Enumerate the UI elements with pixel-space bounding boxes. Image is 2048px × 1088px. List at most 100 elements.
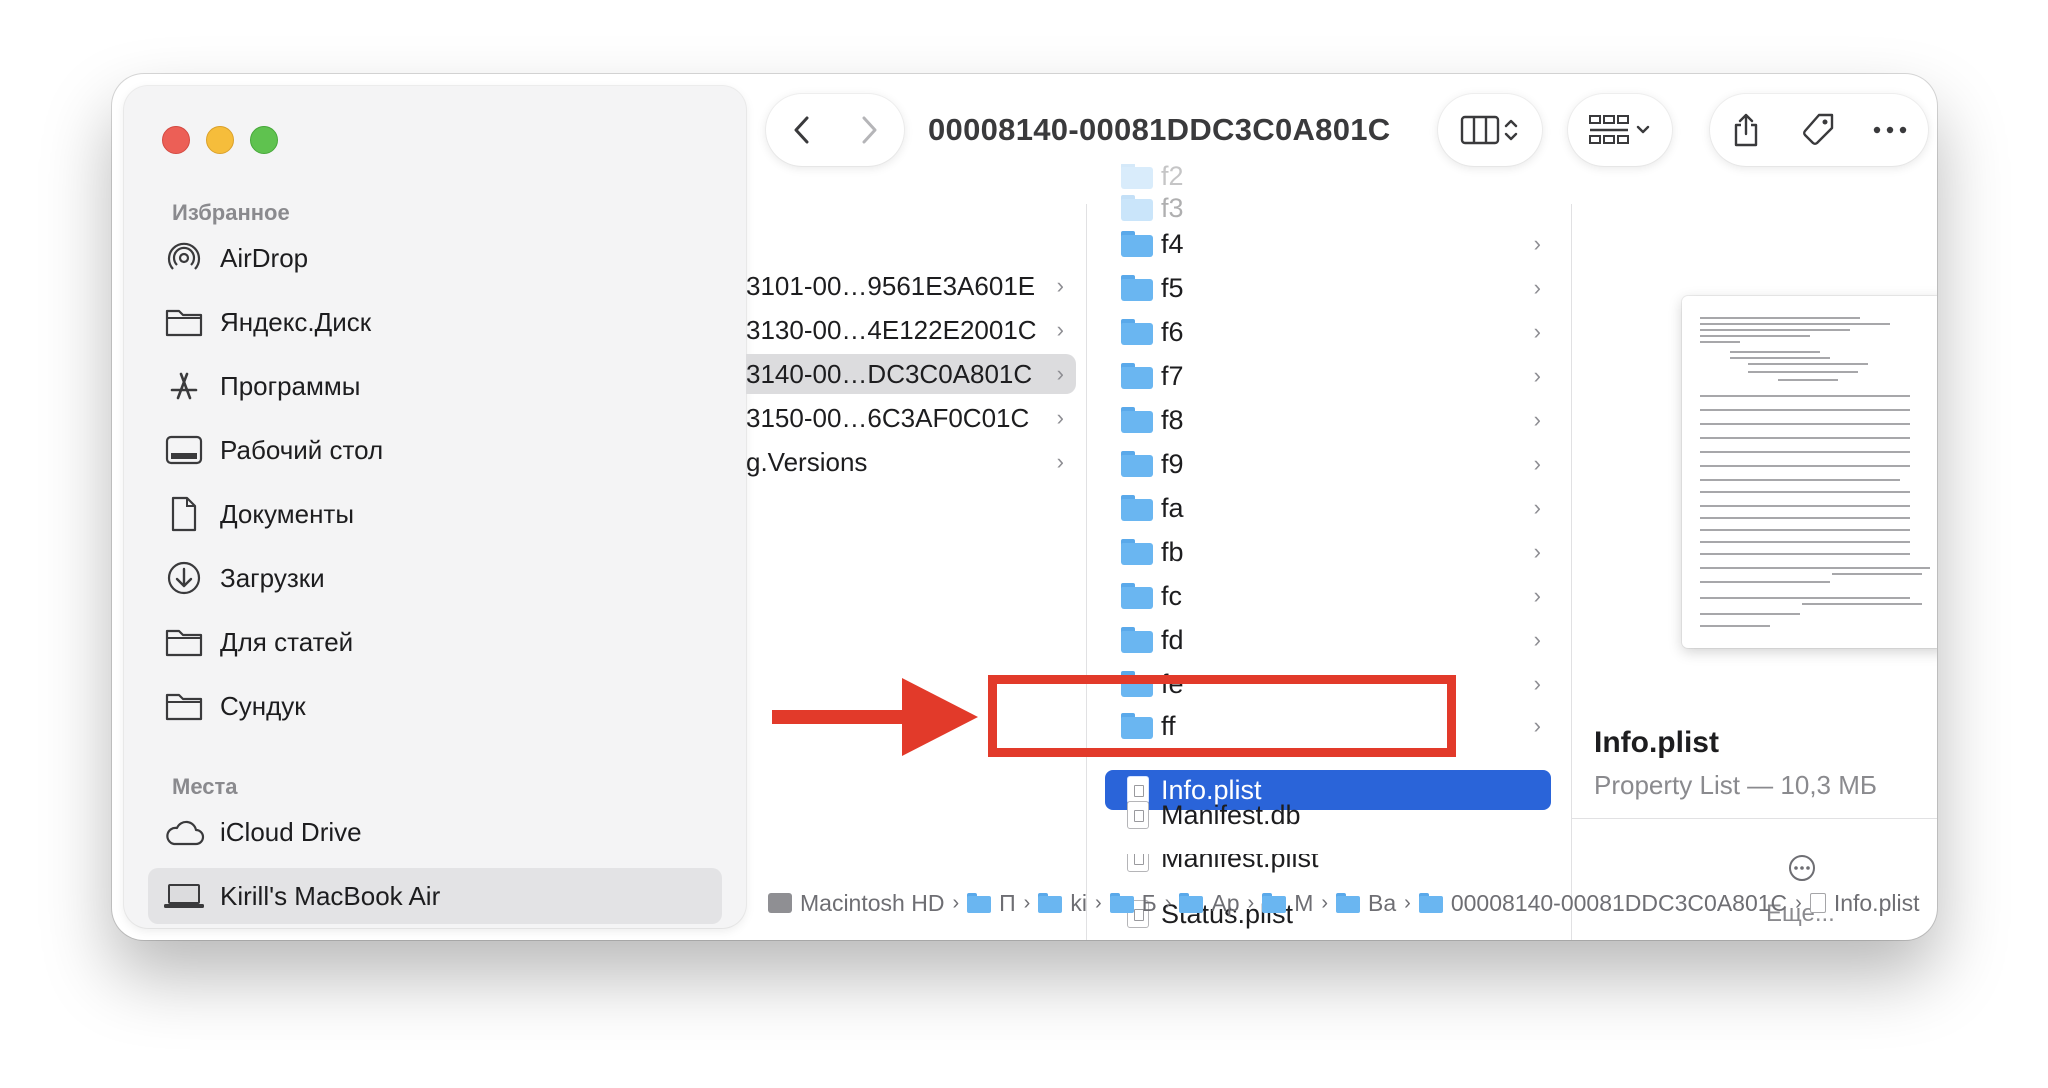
airdrop-icon — [162, 236, 206, 280]
list-item-label: f5 — [1161, 272, 1184, 303]
list-item[interactable]: fb › — [1087, 530, 1571, 574]
list-item[interactable]: fa › — [1087, 486, 1571, 530]
document-icon — [1809, 893, 1826, 913]
path-crumb-label: 00008140-00081DDC3C0A801C — [1450, 889, 1788, 916]
sidebar: Избранное AirDrop Яндекс.Диск Программы … — [124, 86, 746, 928]
list-item-label: fb — [1161, 536, 1184, 567]
grid-group-icon — [1589, 115, 1650, 144]
sidebar-item-airdrop[interactable]: AirDrop — [148, 230, 722, 286]
folder-icon — [1179, 893, 1204, 913]
list-item-label: 3101-00…9561E3A601E — [746, 270, 1036, 301]
list-item-label: 3150-00…6C3AF0C01C — [746, 402, 1030, 433]
list-item[interactable]: 3101-00…9561E3A601E › — [746, 266, 1076, 306]
tag-icon — [1803, 113, 1834, 145]
list-item[interactable]: f7 › — [1087, 354, 1571, 398]
window-title: 00008140-00081DDC3C0A801C — [928, 112, 1391, 147]
path-crumb-label: Ba — [1368, 889, 1397, 916]
folder-icon — [1121, 539, 1153, 565]
close-window-button[interactable] — [162, 126, 190, 154]
sidebar-item-macbook-air[interactable]: Kirill's MacBook Air — [148, 868, 722, 924]
path-crumb-label: M — [1294, 889, 1314, 916]
list-item-label: Manifest.db — [1161, 800, 1301, 830]
path-crumb[interactable]: 00008140-00081DDC3C0A801C › — [1418, 889, 1810, 917]
list-item-label: fa — [1161, 492, 1184, 523]
folder-icon — [1336, 893, 1361, 913]
list-item[interactable]: f8 › — [1087, 398, 1571, 442]
path-crumb[interactable]: Info.plist — [1809, 890, 1919, 917]
preview-file-name: Info.plist — [1594, 726, 1719, 759]
database-file-icon — [1127, 801, 1149, 829]
sidebar-item-articles[interactable]: Для статей — [148, 614, 722, 670]
sidebar-item-label: Рабочий стол — [220, 434, 384, 465]
sidebar-item-label: Сундук — [220, 690, 306, 721]
folder-icon — [1121, 275, 1153, 301]
sidebar-item-icloud-drive[interactable]: iCloud Drive — [148, 804, 722, 860]
folder-icon — [967, 893, 992, 913]
list-item[interactable]: Manifest.db — [1087, 800, 1571, 830]
chevron-right-icon: › — [1056, 317, 1064, 342]
folder-icon — [1418, 893, 1443, 913]
path-crumb[interactable]: Б › — [1109, 890, 1180, 917]
tag-button[interactable] — [1782, 94, 1854, 166]
sidebar-item-yandex-disk[interactable]: Яндекс.Диск — [148, 294, 722, 350]
sidebar-item-label: Яндекс.Диск — [220, 306, 372, 337]
chevron-right-icon: › — [1533, 275, 1541, 300]
chevron-right-icon: › — [1056, 449, 1064, 474]
group-button[interactable] — [1568, 94, 1672, 166]
path-crumb-label: Ap — [1211, 889, 1240, 916]
list-item[interactable]: Manifest.plist — [1087, 854, 1571, 880]
list-item-label: f8 — [1161, 404, 1184, 435]
sidebar-item-documents[interactable]: Документы — [148, 486, 722, 542]
list-item[interactable]: 3150-00…6C3AF0C01C › — [746, 398, 1076, 438]
folder-icon — [1121, 319, 1153, 345]
finder-window: Избранное AirDrop Яндекс.Диск Программы … — [112, 74, 1937, 940]
forward-button[interactable] — [835, 94, 904, 166]
chevron-right-icon: › — [1056, 405, 1064, 430]
divider — [1572, 818, 1937, 819]
sidebar-item-applications[interactable]: Программы — [148, 358, 722, 414]
path-crumb[interactable]: П › — [967, 890, 1038, 917]
cloud-icon — [162, 810, 206, 854]
folder-icon — [1121, 407, 1153, 433]
list-item[interactable]: f6 › — [1087, 310, 1571, 354]
path-crumb[interactable]: Ba › — [1336, 890, 1419, 917]
path-crumb-label: ki — [1070, 889, 1087, 916]
chevron-right-icon: › — [1533, 627, 1541, 652]
folder-icon — [1121, 195, 1153, 221]
list-item[interactable]: g.Versions › — [746, 442, 1076, 482]
sidebar-item-desktop[interactable]: Рабочий стол — [148, 422, 722, 478]
sidebar-item-downloads[interactable]: Загрузки — [148, 550, 722, 606]
view-mode-button[interactable] — [1438, 94, 1542, 166]
list-item[interactable]: fc › — [1087, 574, 1571, 618]
list-item-label: f9 — [1161, 448, 1184, 479]
list-item[interactable]: 3130-00…4E122E2001C › — [746, 310, 1076, 350]
chevron-right-icon: › — [1533, 407, 1541, 432]
list-item[interactable]: f5 › — [1087, 266, 1571, 310]
list-item[interactable]: f9 › — [1087, 442, 1571, 486]
back-button[interactable] — [766, 94, 835, 166]
path-crumb[interactable]: M › — [1262, 890, 1336, 917]
folder-icon — [1121, 451, 1153, 477]
list-item-selected[interactable]: 3140-00…DC3C0A801C › — [746, 354, 1076, 394]
minimize-window-button[interactable] — [206, 126, 234, 154]
sidebar-item-label: iCloud Drive — [220, 816, 362, 847]
zoom-window-button[interactable] — [250, 126, 278, 154]
path-crumb[interactable]: Macintosh HD › — [768, 890, 967, 917]
list-item[interactable]: fd › — [1087, 618, 1571, 662]
share-icon — [1734, 113, 1758, 147]
list-item-label: Manifest.plist — [1161, 854, 1319, 873]
preview-file-kind: Property List — 10,3 МБ — [1594, 770, 1877, 800]
share-button[interactable] — [1710, 94, 1782, 166]
path-crumb[interactable]: Ap › — [1179, 890, 1262, 917]
more-actions-button[interactable] — [1854, 94, 1926, 166]
chevron-right-icon: › — [1533, 671, 1541, 696]
ellipsis-icon — [1873, 126, 1907, 134]
path-crumb[interactable]: ki › — [1038, 890, 1109, 917]
places-section-title: Места — [172, 774, 238, 799]
list-item[interactable]: f4 › — [1087, 222, 1571, 266]
path-crumb-label: П — [999, 889, 1016, 916]
sidebar-item-label: Для статей — [220, 626, 354, 657]
sidebar-item-chest[interactable]: Сундук — [148, 678, 722, 734]
actions-group — [1710, 94, 1928, 166]
folder-icon — [1121, 231, 1153, 257]
